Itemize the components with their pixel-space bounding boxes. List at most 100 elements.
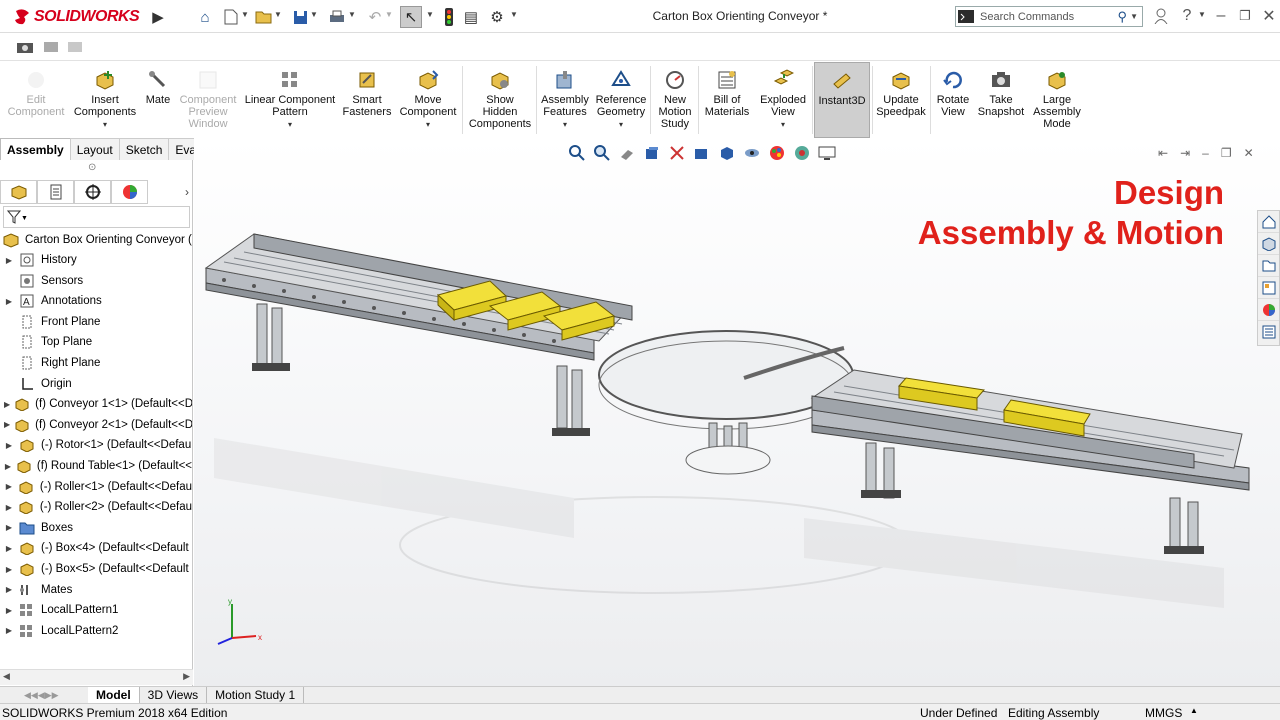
units-dropdown-icon[interactable]: ▲ <box>1190 706 1198 715</box>
mate-button[interactable]: Mate <box>142 62 174 138</box>
tree-item[interactable]: ▶ LocalLPattern2 <box>0 621 192 641</box>
tree-item[interactable]: Front Plane <box>0 312 192 332</box>
expand-arrow-icon[interactable]: ▶ <box>4 462 12 471</box>
expand-arrow-icon[interactable]: ▶ <box>4 585 14 594</box>
search-icon[interactable]: ⚲ <box>1118 9 1128 25</box>
expand-arrow-icon[interactable]: ▶ <box>4 523 14 532</box>
camera-icon[interactable] <box>14 36 36 58</box>
tree-item[interactable]: ▶ (f) Round Table<1> (Default<< <box>0 456 192 476</box>
expand-arrow-icon[interactable]: ▶ <box>4 503 14 512</box>
save-icon[interactable] <box>289 6 311 28</box>
bill-of-materials-button[interactable]: Bill of Materials <box>700 62 754 138</box>
large-assembly-mode-button[interactable]: Large Assembly Mode <box>1030 62 1084 138</box>
rebuild-icon[interactable] <box>438 6 460 28</box>
appearances-icon[interactable] <box>1258 299 1279 321</box>
record-icon[interactable] <box>64 36 86 58</box>
tab-scroll-controls[interactable]: ◀◀◀▶▶ <box>0 687 88 704</box>
chevron-down-icon[interactable]: ▾ <box>563 119 567 131</box>
options-gear-icon[interactable]: ⚙ <box>486 6 508 28</box>
bottom-tab-motion-study-1[interactable]: Motion Study 1 <box>207 686 305 704</box>
new-motion-study-button[interactable]: New Motion Study <box>652 62 698 138</box>
expand-arrow-icon[interactable]: ▶ <box>4 256 14 265</box>
expand-arrow-icon[interactable]: ▶ <box>4 482 14 491</box>
restore-icon[interactable]: ❐ <box>1234 6 1256 26</box>
user-icon[interactable] <box>1150 6 1172 26</box>
display-manager-tab[interactable] <box>111 180 148 204</box>
panel-grip-icon[interactable]: ⊙ <box>88 162 96 173</box>
search-input[interactable]: Search Commands <box>976 11 1118 23</box>
take-snapshot-button[interactable]: Take Snapshot <box>976 62 1026 138</box>
help-icon[interactable]: ? <box>1176 6 1198 26</box>
print-icon[interactable] <box>326 6 348 28</box>
close-icon[interactable]: ✕ <box>1258 6 1280 26</box>
tree-item[interactable]: ▶ (-) Rotor<1> (Default<<Defau <box>0 435 192 455</box>
solidworks-logo[interactable]: SOLIDWORKS <box>14 7 140 27</box>
panel-more-icon[interactable]: › <box>148 180 193 204</box>
assembly-features-button[interactable]: Assembly Features ▾ <box>538 62 592 138</box>
custom-properties-icon[interactable] <box>1258 321 1279 343</box>
tree-item[interactable]: ▶ A Annotations <box>0 291 192 311</box>
component-preview-window-button[interactable]: Component Preview Window <box>176 62 240 138</box>
status-units[interactable]: MMGS <box>1145 706 1182 720</box>
screenshot-icon[interactable] <box>40 36 62 58</box>
exploded-view-button[interactable]: Exploded View ▾ <box>756 62 810 138</box>
update-speedpak-button[interactable]: Update Speedpak <box>874 62 928 138</box>
chevron-down-icon[interactable]: ▾ <box>103 119 107 131</box>
home-icon[interactable]: ⌂ <box>194 6 216 28</box>
chevron-down-icon[interactable]: ▾ <box>426 119 430 131</box>
rotate-view-button[interactable]: Rotate View <box>932 62 974 138</box>
tree-item[interactable]: ▶ Mates <box>0 580 192 600</box>
tree-root[interactable]: Carton Box Orienting Conveyor (D <box>0 230 192 250</box>
tree-item[interactable]: ▶ (-) Roller<2> (Default<<Defau <box>0 497 192 517</box>
select-icon[interactable]: ↖ <box>400 6 422 28</box>
expand-arrow-icon[interactable]: ▶ <box>4 606 14 615</box>
expand-arrow-icon[interactable]: ▶ <box>4 400 10 409</box>
tree-item[interactable]: ▶ (-) Roller<1> (Default<<Defau <box>0 477 192 497</box>
horizontal-scrollbar[interactable]: ◀ ▶ <box>0 669 193 685</box>
tree-item[interactable]: Top Plane <box>0 332 192 352</box>
tab-assembly[interactable]: Assembly <box>0 138 71 160</box>
expand-menu-icon[interactable]: ▶ <box>147 6 169 28</box>
new-document-icon[interactable] <box>220 6 242 28</box>
design-library-icon[interactable] <box>1258 233 1279 255</box>
expand-arrow-icon[interactable]: ▶ <box>4 420 10 429</box>
undo-icon[interactable]: ↶ <box>364 6 386 28</box>
expand-arrow-icon[interactable]: ▶ <box>4 544 14 553</box>
insert-components-button[interactable]: Insert Components ▾ <box>70 62 140 138</box>
filter-dropdown-icon[interactable]: ▼ <box>21 215 28 222</box>
tree-filter[interactable]: ▼ <box>3 206 190 228</box>
tree-item[interactable]: ▶ (f) Conveyor 1<1> (Default<<D <box>0 394 192 414</box>
tree-item[interactable]: ▶ History <box>0 250 192 270</box>
instant3d-button[interactable]: Instant3D <box>814 62 870 138</box>
tree-item[interactable]: ▶ (f) Conveyor 2<1> (Default<<D <box>0 415 192 435</box>
edit-component-button[interactable]: Edit Component <box>4 62 68 138</box>
chevron-down-icon[interactable]: ▾ <box>619 119 623 131</box>
linear-component-pattern-button[interactable]: Linear Component Pattern ▾ <box>242 62 338 138</box>
tree-item[interactable]: Right Plane <box>0 353 192 373</box>
chevron-down-icon[interactable]: ▼ <box>1130 12 1138 21</box>
scroll-left-icon[interactable]: ◀ <box>3 671 10 682</box>
tree-item[interactable]: Sensors <box>0 271 192 291</box>
chevron-down-icon[interactable]: ▾ <box>288 119 292 131</box>
expand-arrow-icon[interactable]: ▶ <box>4 626 14 635</box>
property-manager-tab[interactable] <box>37 180 74 204</box>
expand-arrow-icon[interactable]: ▶ <box>4 565 14 574</box>
smart-fasteners-button[interactable]: Smart Fasteners <box>340 62 394 138</box>
bottom-tab-model[interactable]: Model <box>88 686 140 704</box>
move-component-button[interactable]: Move Component ▾ <box>396 62 460 138</box>
tree-item[interactable]: Origin <box>0 374 192 394</box>
minimize-icon[interactable]: – <box>1210 6 1232 26</box>
show-hidden-components-button[interactable]: Show Hidden Components <box>464 62 536 138</box>
tab-layout[interactable]: Layout <box>69 138 120 160</box>
solidworks-resources-icon[interactable] <box>1258 211 1279 233</box>
expand-arrow-icon[interactable]: ▶ <box>4 297 14 306</box>
search-commands-box[interactable]: Search Commands ⚲ ▼ <box>955 6 1143 27</box>
expand-arrow-icon[interactable]: ▶ <box>4 441 14 450</box>
tab-sketch[interactable]: Sketch <box>118 138 170 160</box>
tree-item[interactable]: ▶ Boxes <box>0 518 192 538</box>
chevron-down-icon[interactable]: ▾ <box>781 119 785 131</box>
file-properties-icon[interactable]: ▤ <box>460 6 482 28</box>
tree-item[interactable]: ▶ (-) Box<5> (Default<<Default <box>0 559 192 579</box>
graphics-area[interactable]: ⇤ ⇥ – ❐ ✕ Design Assembly & Motion y x <box>194 138 1280 686</box>
bottom-tab-3d-views[interactable]: 3D Views <box>140 686 208 704</box>
